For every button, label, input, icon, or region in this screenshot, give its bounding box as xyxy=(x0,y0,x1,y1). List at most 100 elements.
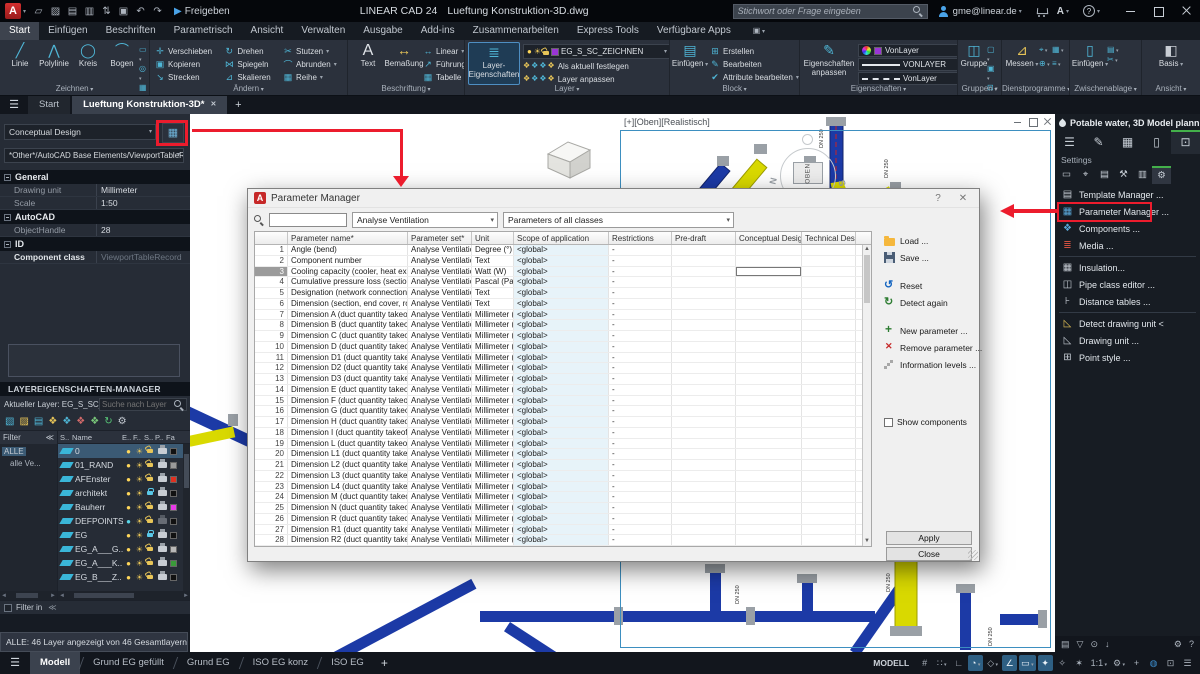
quick-select-icon[interactable]: ⌖ xyxy=(1039,45,1051,57)
layer-tool-icon[interactable]: ❖ xyxy=(523,61,530,71)
file-tab-document[interactable]: Lueftung Konstruktion-3D* ✕ xyxy=(72,96,227,114)
bulb-icon[interactable]: ● xyxy=(123,545,134,554)
filter-footer-icon[interactable]: ▽ xyxy=(1077,639,1084,650)
model-space-label[interactable]: MODELL xyxy=(866,658,916,668)
refresh-icon[interactable]: ↻ xyxy=(104,414,112,430)
user-account[interactable]: gme@linear.de xyxy=(953,6,1017,17)
pin-footer-icon[interactable]: ⊙ xyxy=(1090,639,1098,650)
ellipse-icon[interactable]: ◎ xyxy=(139,64,147,82)
printer-icon[interactable] xyxy=(158,504,167,510)
filter-hscrollbar[interactable]: ◄► xyxy=(0,591,57,600)
app-menu-caret-icon[interactable]: ▾ xyxy=(23,8,26,15)
layer-merge-icon[interactable]: ❖ xyxy=(90,414,99,430)
color-swatch[interactable] xyxy=(170,476,177,483)
save-button[interactable]: Save ... xyxy=(884,250,978,265)
dialog-close-icon[interactable]: ✕ xyxy=(953,193,973,204)
linetype-combo[interactable]: VONLAYER xyxy=(858,58,958,71)
collapse-icon[interactable]: ≪ xyxy=(48,603,56,612)
lock-icon[interactable] xyxy=(147,561,153,565)
strecken-button[interactable]: ↘Strecken xyxy=(155,71,217,83)
customization-icon[interactable]: ☰ xyxy=(1180,655,1195,671)
bulb-icon[interactable]: ● xyxy=(123,573,134,582)
attribute-bearbeiten-button[interactable]: ✔Attribute bearbeiten xyxy=(710,71,799,83)
menu-tab-icon[interactable]: ☰ xyxy=(1055,130,1084,154)
redo-icon[interactable]: ↷ xyxy=(150,6,165,17)
parameter-row[interactable]: 26Dimension R (duct quantity takeoff)Ana… xyxy=(255,514,871,525)
group-label-ansicht[interactable]: Ansicht xyxy=(1142,84,1200,95)
detect-again-button[interactable]: Detect again xyxy=(884,295,978,310)
autodesk-app-icon[interactable]: A xyxy=(1057,6,1064,17)
bulb-icon[interactable]: ● xyxy=(123,517,134,526)
section-general[interactable]: General xyxy=(0,170,190,184)
layout-menu-icon[interactable]: ☰ xyxy=(0,652,30,674)
parameter-row[interactable]: 6Dimension (section, end cover, roof co.… xyxy=(255,299,871,310)
parameter-row[interactable]: 22Dimension L3 (duct quantity takeoff)An… xyxy=(255,471,871,482)
layout-tab-grund-eg[interactable]: Grund EG xyxy=(177,652,240,674)
wrench-tool-icon[interactable]: ⚒ xyxy=(1114,166,1133,184)
layer-row-architekt[interactable]: architekt●☀ xyxy=(58,486,190,500)
group-label-block[interactable]: Block xyxy=(670,84,799,95)
node-tool-icon[interactable]: ⌖ xyxy=(1076,166,1095,184)
load-button[interactable]: Load ... xyxy=(884,233,978,248)
color-swatch[interactable] xyxy=(170,560,177,567)
close-dialog-button[interactable]: Close xyxy=(886,547,972,561)
new-layout-tab-icon[interactable]: + xyxy=(374,652,395,674)
parameter-table-header[interactable]: Parameter name* Parameter set* Unit Scop… xyxy=(255,232,871,245)
insert-block-button[interactable]: ▤ Einfügen xyxy=(673,42,707,83)
sun-icon[interactable]: ☀ xyxy=(134,573,145,582)
menu-tab-verwalten[interactable]: Verwalten xyxy=(292,22,354,40)
layers-footer-icon[interactable]: ▤ xyxy=(1061,639,1070,650)
parameter-row[interactable]: 1Angle (bend)Analyse VentilationDegree (… xyxy=(255,245,871,256)
color-swatch[interactable] xyxy=(170,504,177,511)
layer-combo[interactable]: ● ☀ EG_S_SC_ZEICHNEN xyxy=(523,44,670,59)
parameter-row[interactable]: 19Dimension L (duct quantity takeoff)Ana… xyxy=(255,439,871,450)
layer-tool-icon[interactable]: ❖ xyxy=(523,74,530,84)
copy-clip-icon[interactable]: ▤ xyxy=(1107,45,1118,54)
sun-icon[interactable]: ☀ xyxy=(134,531,145,540)
table-vscrollbar[interactable]: ▲▼ xyxy=(862,245,871,546)
share-button[interactable]: ▶ Freigeben xyxy=(174,6,230,17)
point-style-item[interactable]: ⊞Point style ... xyxy=(1055,349,1200,366)
collapse-pane-icon[interactable]: ≪ xyxy=(46,431,54,444)
layer-row-eg-a-g[interactable]: EG_A___G..●☀ xyxy=(58,542,190,556)
parameter-set-combo[interactable]: Analyse Ventilation xyxy=(352,212,498,228)
menu-tab-einfügen[interactable]: Einfügen xyxy=(39,22,96,40)
printer-icon[interactable] xyxy=(158,560,167,566)
parameter-row[interactable]: 4Cumulative pressure loss (section part)… xyxy=(255,277,871,288)
kopieren-button[interactable]: ▣Kopieren xyxy=(155,58,217,70)
parameter-row[interactable]: 12Dimension D2 (duct quantity takeoff)An… xyxy=(255,363,871,374)
lock-icon[interactable] xyxy=(147,505,153,509)
layer-tool-icon[interactable]: ❖ xyxy=(531,61,538,71)
annotation-scale-icon[interactable]: ✶ xyxy=(1072,655,1087,671)
lock-icon[interactable] xyxy=(147,519,153,523)
layer-hscrollbar[interactable]: ◄► xyxy=(58,591,190,600)
user-caret-icon[interactable]: ▾ xyxy=(1019,8,1022,15)
viewport-close-icon[interactable] xyxy=(1042,116,1053,127)
layout-tab-grund-eg-gefüllt[interactable]: Grund EG gefüllt xyxy=(83,652,174,674)
parameter-row[interactable]: 9Dimension C (duct quantity takeoff)Anal… xyxy=(255,331,871,342)
app-logo[interactable]: A xyxy=(5,3,21,19)
collapse-icon[interactable] xyxy=(4,174,11,181)
parameter-row[interactable]: 20Dimension L1 (duct quantity takeoff)An… xyxy=(255,449,871,460)
sun-icon[interactable]: ☀ xyxy=(134,475,145,484)
drawing-unit-item[interactable]: ◺Drawing unit ... xyxy=(1055,332,1200,349)
sun-icon[interactable]: ☀ xyxy=(134,503,145,512)
sheet-tool-icon[interactable]: ▤ xyxy=(1095,166,1114,184)
parameter-row[interactable]: 28Dimension R2 (duct quantity takeoff)An… xyxy=(255,535,871,546)
ortho-icon[interactable]: ∟ xyxy=(951,655,966,671)
dimension-button[interactable]: ↔ Bemaßung xyxy=(387,42,421,83)
color-swatch[interactable] xyxy=(170,532,177,539)
annotation-autoscale-icon[interactable]: ✧ xyxy=(1055,655,1070,671)
text-button[interactable]: A Text xyxy=(351,42,385,83)
group-edit-icon[interactable]: ▣ xyxy=(987,64,998,82)
stutzen-button[interactable]: ✂Stutzen xyxy=(283,45,342,57)
printer-icon[interactable] xyxy=(158,462,167,468)
pages-tool-icon[interactable]: ▥ xyxy=(1133,166,1152,184)
parameter-row[interactable]: 7Dimension A (duct quantity takeoff)Anal… xyxy=(255,310,871,321)
property-row[interactable]: Scale1:50 xyxy=(0,197,190,210)
quick-properties-icon[interactable]: ◍ xyxy=(1146,655,1161,671)
ribbon-options-icon[interactable]: ▣ xyxy=(746,22,772,40)
group-label-eigenschaften[interactable]: Eigenschaften xyxy=(800,84,957,95)
open-file-icon[interactable]: ▨ xyxy=(48,6,63,17)
frame-tool-icon[interactable]: ▭ xyxy=(1057,166,1076,184)
